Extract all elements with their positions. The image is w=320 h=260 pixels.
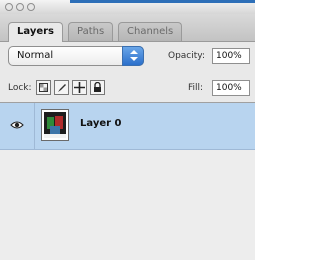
- lock-position-icon[interactable]: [72, 80, 87, 95]
- lock-label: Lock:: [8, 83, 32, 93]
- layer-thumbnail: [41, 109, 69, 141]
- tab-paths[interactable]: Paths: [68, 22, 114, 41]
- panel-title-bar: [0, 0, 255, 15]
- opacity-label: Opacity:: [168, 51, 205, 61]
- layer-row[interactable]: Layer 0: [0, 103, 255, 150]
- tab-channels[interactable]: Channels: [118, 22, 183, 41]
- eye-icon[interactable]: [10, 120, 24, 130]
- blend-options-row: Normal Opacity: 100%: [0, 42, 255, 72]
- fill-field[interactable]: 100%: [212, 80, 250, 96]
- lock-image-pixels-icon[interactable]: [54, 80, 69, 95]
- blend-mode-select[interactable]: Normal: [8, 46, 144, 66]
- minimize-window-icon[interactable]: [16, 3, 24, 11]
- tab-layers[interactable]: Layers: [8, 22, 63, 42]
- close-window-icon[interactable]: [5, 3, 13, 11]
- lock-all-icon[interactable]: [90, 80, 105, 95]
- fill-label: Fill:: [188, 83, 204, 93]
- visibility-toggle[interactable]: [0, 103, 35, 149]
- lock-row: Lock: Fill: 100%: [0, 72, 255, 103]
- opacity-field[interactable]: 100%: [212, 48, 250, 64]
- layer-name: Layer 0: [80, 118, 122, 129]
- zoom-window-icon[interactable]: [27, 3, 35, 11]
- title-accent-strip: [70, 0, 255, 3]
- select-arrows-icon[interactable]: [122, 46, 144, 66]
- lock-transparent-pixels-icon[interactable]: [36, 80, 51, 95]
- layers-list: Layer 0: [0, 103, 255, 260]
- panel-tabs: Channels Paths Layers: [0, 14, 255, 42]
- blend-mode-value: Normal: [17, 50, 54, 61]
